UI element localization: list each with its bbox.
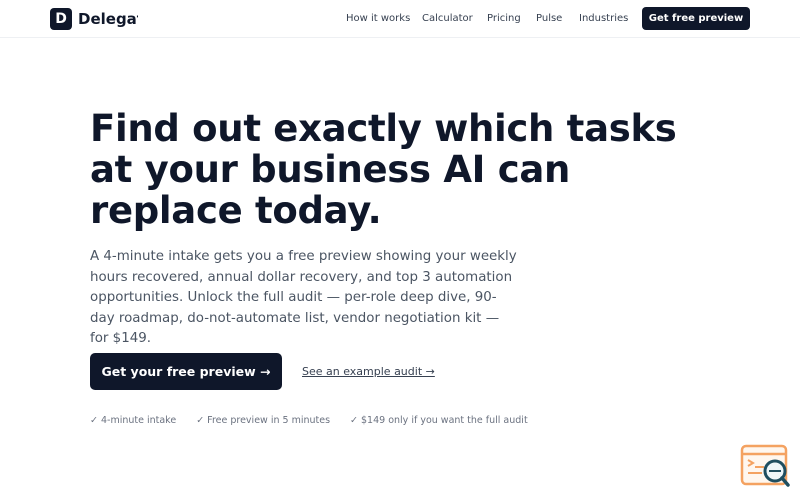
top-nav: D Delegate How it works Calculator Prici… — [0, 0, 800, 38]
feature-item: ✓ $149 only if you want the full audit — [350, 415, 528, 426]
nav-link-how-it-works[interactable]: How it works — [346, 13, 410, 24]
feature-item: ✓ Free preview in 5 minutes — [196, 415, 331, 426]
example-audit-link[interactable]: See an example audit → — [302, 365, 435, 378]
nav-get-free-preview-button[interactable]: Get free preview — [642, 7, 750, 30]
hero-title: Find out exactly which tasks at your bus… — [90, 107, 677, 232]
feature-list: ✓ 4-minute intake ✓ Free preview in 5 mi… — [90, 415, 548, 426]
nav-link-industries[interactable]: Industries — [579, 13, 628, 24]
nav-link-calculator[interactable]: Calculator — [422, 13, 473, 24]
nav-link-pulse[interactable]: Pulse — [536, 13, 562, 24]
nav-link-pricing[interactable]: Pricing — [487, 13, 521, 24]
feature-item: ✓ 4-minute intake — [90, 415, 177, 426]
search-report-icon[interactable] — [740, 444, 790, 488]
hero-subtitle: A 4-minute intake gets you a free previe… — [90, 249, 517, 346]
get-free-preview-button[interactable]: Get your free preview → — [90, 353, 282, 390]
